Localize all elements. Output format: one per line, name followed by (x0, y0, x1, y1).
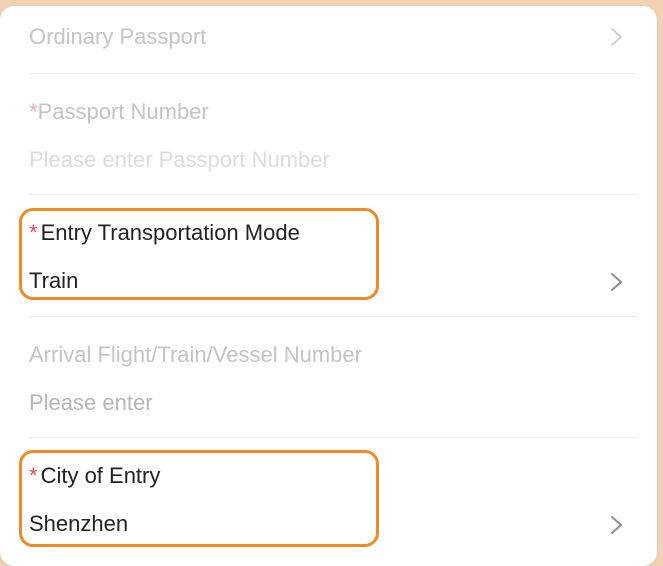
passport-type-value: Ordinary Passport (29, 24, 207, 49)
passport-number-input[interactable]: Please enter Passport Number (29, 147, 330, 173)
highlight-box-city (19, 450, 379, 547)
arrival-number-input[interactable]: Please enter (29, 390, 153, 416)
chevron-right-icon (611, 28, 622, 46)
required-mark: * (29, 99, 38, 124)
chevron-right-icon (611, 273, 622, 291)
passport-number-label: *Passport Number (29, 99, 209, 125)
divider (29, 316, 637, 317)
divider (29, 194, 637, 195)
chevron-right-icon (611, 516, 622, 534)
arrival-number-label: Arrival Flight/Train/Vessel Number (29, 342, 362, 367)
divider (29, 437, 637, 438)
divider (29, 73, 637, 74)
highlight-box-transport (19, 208, 379, 300)
passport-number-label-text: Passport Number (37, 99, 209, 124)
